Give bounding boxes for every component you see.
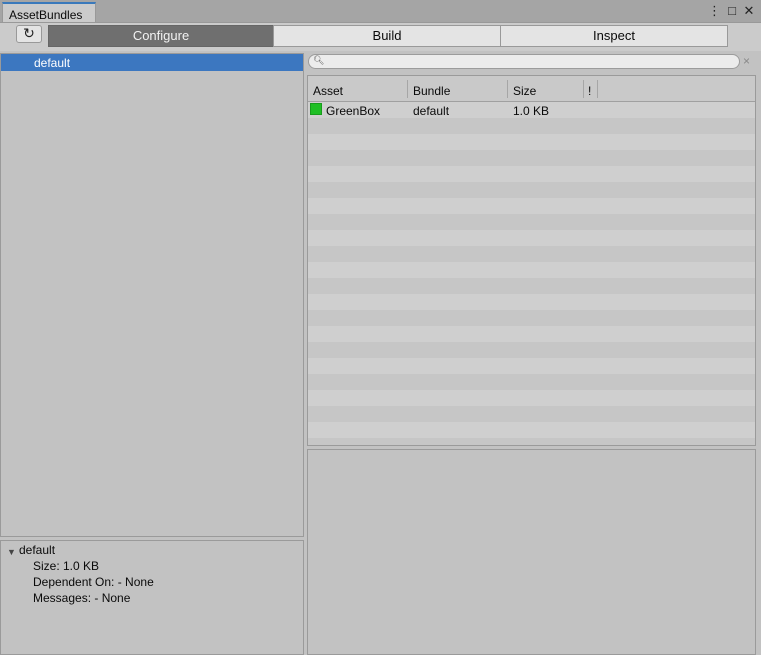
row-asset-name: GreenBox [326, 104, 381, 118]
search-input[interactable]: 🔍︎ [308, 54, 740, 69]
empty-table-row [308, 374, 755, 390]
column-header-bundle[interactable]: Bundle [413, 84, 450, 98]
column-header-asset[interactable]: Asset [313, 84, 343, 98]
empty-table-row [308, 390, 755, 406]
empty-table-row [308, 422, 755, 438]
mode-tab-build[interactable]: Build [273, 25, 501, 47]
row-size: 1.0 KB [513, 104, 550, 118]
empty-table-row [308, 406, 755, 422]
table-row[interactable]: GreenBox default 1.0 KB [308, 102, 755, 118]
details-bundle-name: default [19, 543, 56, 557]
empty-table-row [308, 326, 755, 342]
asset-details-panel [307, 449, 756, 655]
empty-table-row [308, 166, 755, 182]
empty-table-row [308, 342, 755, 358]
refresh-button[interactable]: ↻ [16, 25, 42, 43]
empty-table-row [308, 150, 755, 166]
search-icon: 🔍︎ [313, 55, 325, 65]
window-tab-assetbundles[interactable]: AssetBundles [2, 2, 96, 22]
window-tab-label: AssetBundles [9, 8, 83, 22]
empty-table-row [308, 438, 755, 445]
column-divider[interactable] [597, 80, 598, 98]
empty-table-row [308, 198, 755, 214]
column-header-warning[interactable]: ! [588, 84, 591, 98]
empty-table-row [308, 294, 755, 310]
search-clear-icon[interactable]: × [743, 54, 750, 68]
empty-table-row [308, 182, 755, 198]
refresh-icon: ↻ [23, 25, 35, 41]
bundle-list-item-default[interactable]: default [1, 54, 303, 71]
bundle-list-item-label: default [34, 56, 71, 70]
empty-table-row [308, 278, 755, 294]
expand-triangle-icon[interactable]: ▼ [7, 547, 16, 557]
details-size: Size: 1.0 KB [33, 559, 100, 573]
table-header: Asset Bundle Size ! [308, 76, 755, 102]
empty-table-row [308, 246, 755, 262]
column-divider[interactable] [583, 80, 584, 98]
empty-table-row [308, 118, 755, 134]
empty-table-row [308, 214, 755, 230]
mode-tab-inspect[interactable]: Inspect [500, 25, 728, 47]
menu-icon[interactable]: ⋮ [708, 4, 721, 18]
details-messages: Messages: - None [33, 591, 131, 605]
window-tab-strip [0, 0, 761, 23]
empty-table-row [308, 230, 755, 246]
mode-tab-configure[interactable]: Configure [48, 25, 274, 47]
bundle-details-panel: ▼ default Size: 1.0 KB Dependent On: - N… [0, 540, 304, 655]
empty-table-row [308, 358, 755, 374]
asset-table: Asset Bundle Size ! GreenBox default 1.0… [307, 75, 756, 446]
close-icon[interactable]: ✕ [742, 4, 756, 18]
empty-table-row [308, 310, 755, 326]
maximize-icon[interactable]: □ [725, 4, 739, 18]
column-divider[interactable] [407, 80, 408, 98]
column-header-size[interactable]: Size [513, 84, 536, 98]
bundle-list-panel [0, 53, 304, 537]
empty-table-row [308, 262, 755, 278]
details-dependent-on: Dependent On: - None [33, 575, 154, 589]
empty-table-row [308, 134, 755, 150]
column-divider[interactable] [507, 80, 508, 98]
row-bundle-name: default [413, 104, 450, 118]
green-cube-icon [310, 103, 322, 115]
